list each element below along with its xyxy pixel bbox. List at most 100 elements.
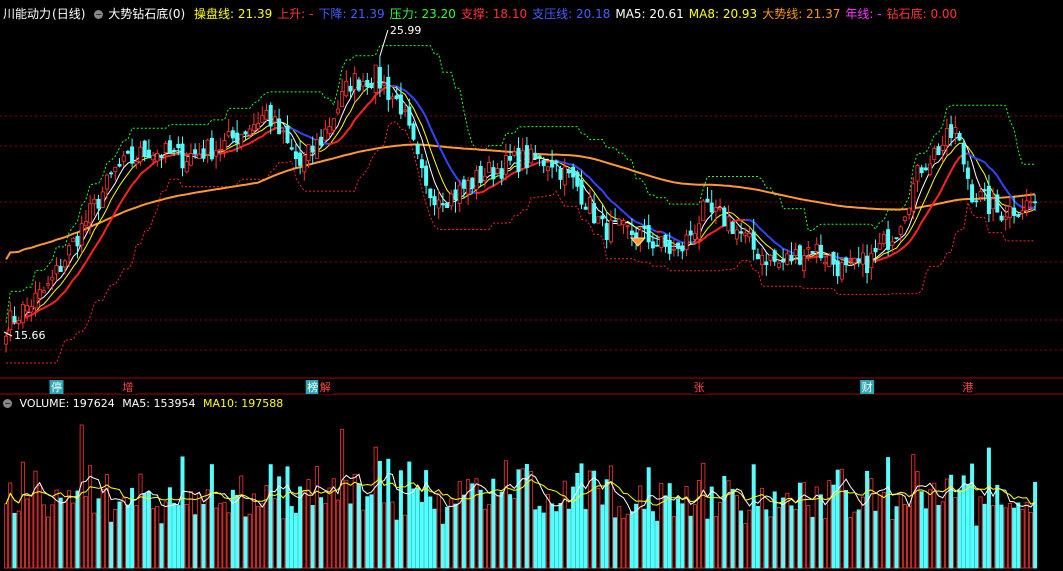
candle	[285, 125, 290, 144]
operation-line-segment	[967, 152, 973, 158]
operation-line-segment	[988, 166, 994, 172]
volume-bar	[390, 501, 395, 569]
volume-bar	[474, 478, 479, 569]
volume-bar	[201, 503, 206, 569]
candle	[650, 241, 655, 249]
volume-bar	[1012, 507, 1017, 569]
operation-line-segment	[139, 169, 146, 176]
candle	[617, 218, 622, 226]
candle	[16, 319, 21, 324]
candle	[814, 243, 819, 252]
candle	[797, 245, 802, 265]
candle	[764, 261, 769, 265]
candle	[474, 169, 479, 190]
volume-bar	[37, 485, 42, 569]
candle	[747, 233, 752, 238]
operation-line-segment	[76, 268, 83, 276]
volume-bar	[659, 482, 664, 569]
operation-line-segment	[887, 253, 893, 258]
candle	[4, 335, 9, 345]
candle	[205, 139, 210, 155]
candle	[466, 180, 471, 195]
candle	[247, 128, 252, 136]
operation-line-segment	[1030, 206, 1036, 210]
volume-bar	[12, 513, 17, 569]
volume-panel[interactable]	[4, 424, 1038, 569]
operation-line-segment	[706, 232, 713, 237]
operation-line-segment	[148, 162, 154, 169]
volume-bar	[600, 504, 605, 569]
candle	[604, 223, 609, 241]
candle	[470, 177, 475, 189]
candle	[776, 262, 781, 268]
candle	[940, 144, 945, 151]
operation-line-segment	[912, 229, 919, 237]
candle	[613, 220, 618, 223]
candle	[877, 243, 882, 250]
candle	[310, 145, 315, 153]
volume-bar	[965, 484, 970, 569]
stock-chart[interactable]: 25.99 15.66 停 增 榜解 张 财 港	[0, 0, 1063, 571]
operation-line-segment	[72, 274, 79, 281]
volume-bar	[117, 501, 122, 569]
operation-line-segment	[379, 87, 385, 93]
volume-bar	[352, 473, 357, 569]
candle	[214, 149, 219, 157]
candle	[419, 159, 424, 168]
indicator-name[interactable]: 大势钻石底(0)	[108, 7, 185, 21]
volume-bar	[953, 497, 958, 569]
volume-bar	[739, 510, 744, 569]
operation-line-segment	[560, 161, 565, 164]
volume-bar	[797, 482, 802, 569]
volume-bar	[205, 489, 210, 569]
volume-bar	[940, 501, 945, 569]
period-label[interactable]: (日线)	[52, 7, 85, 21]
volume-bar	[625, 513, 630, 569]
operation-line-segment	[270, 127, 276, 132]
operation-line-segment	[769, 237, 776, 244]
operation-line-segment	[362, 104, 369, 111]
volume-bar	[890, 519, 895, 569]
operation-line-segment	[778, 244, 784, 250]
volume-bar	[713, 516, 718, 569]
operation-line-segment	[454, 175, 461, 183]
operation-line-segment	[442, 153, 448, 163]
candle	[545, 166, 550, 171]
operation-line-segment	[89, 247, 96, 256]
volume-bar	[613, 517, 618, 569]
volume-bar	[71, 502, 76, 569]
candle	[436, 199, 441, 209]
volume-bar	[999, 504, 1004, 569]
candle	[394, 95, 399, 99]
volume-bar	[445, 506, 450, 569]
volume-bar	[25, 498, 30, 569]
operation-line-segment	[173, 152, 179, 156]
volume-bar	[277, 476, 282, 569]
candle	[121, 155, 126, 162]
operation-line-segment	[920, 215, 927, 223]
volume-bar	[113, 508, 118, 569]
volume-bar	[411, 488, 416, 569]
volume-bar	[764, 509, 769, 569]
volume-bar	[226, 512, 231, 569]
volume-bar	[197, 493, 202, 569]
volume-bar	[772, 491, 777, 569]
operation-line-segment	[757, 225, 763, 232]
collapse-icon[interactable]: −	[3, 399, 12, 408]
stock-name[interactable]: 川能动力	[3, 7, 51, 21]
volume-bar	[436, 492, 441, 569]
candle	[449, 193, 454, 207]
candle	[839, 262, 844, 280]
volume-bar	[823, 518, 828, 569]
candle	[1020, 210, 1025, 214]
operation-line-segment	[786, 249, 792, 254]
collapse-icon[interactable]: −	[94, 10, 104, 19]
candle	[487, 161, 492, 173]
operation-line-segment	[253, 137, 259, 142]
candle	[953, 127, 958, 134]
candle	[541, 160, 546, 167]
candle	[243, 131, 248, 135]
operation-line-segment	[64, 285, 70, 293]
candle	[659, 236, 664, 248]
price-panel[interactable]: 25.99 15.66	[3, 24, 1038, 364]
